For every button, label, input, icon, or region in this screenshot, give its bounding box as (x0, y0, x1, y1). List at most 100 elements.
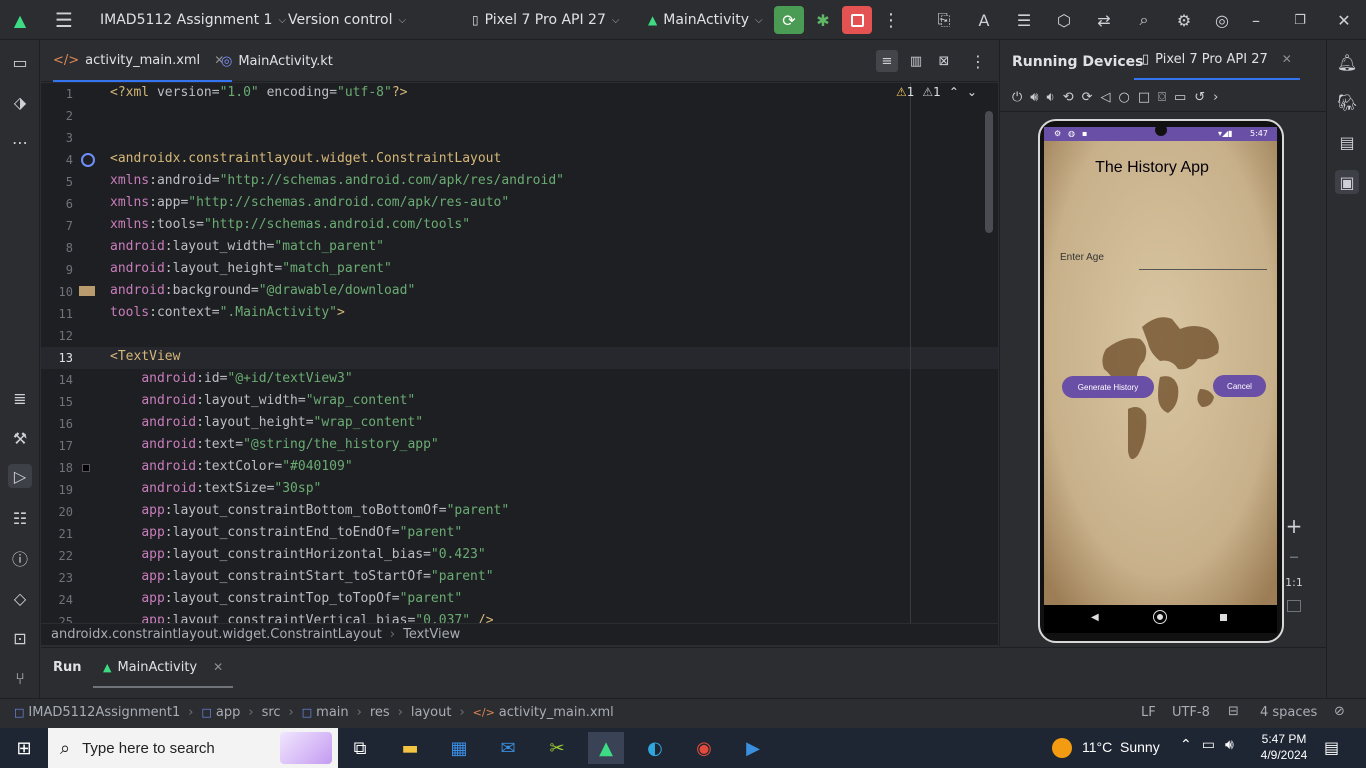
phone-back-icon[interactable]: ◀ (1091, 612, 1099, 623)
more-actions-icon[interactable]: ⋮ (879, 8, 903, 32)
tab-mainactivity-kt[interactable]: ◎ MainActivity.kt (221, 40, 333, 82)
path-segment[interactable]: src (262, 705, 281, 720)
device-selector[interactable]: ▯ Pixel 7 Pro API 27 ⌵ (472, 0, 619, 40)
more-tools-icon[interactable]: ⋯ (8, 130, 32, 154)
resource-manager-icon[interactable]: ⬗ (8, 90, 32, 114)
editor-scrollbar[interactable] (985, 111, 993, 233)
zoom-actual-size[interactable]: 1:1 (1280, 572, 1308, 592)
close-tab-icon[interactable]: ✕ (1282, 52, 1292, 66)
home-icon[interactable]: ○ (1119, 90, 1130, 105)
vcs-selector[interactable]: Version control ⌵ (288, 0, 406, 40)
build-hammer-icon[interactable]: ⚒ (8, 426, 32, 450)
sync-gradle-icon[interactable]: ☰ (1012, 8, 1036, 32)
run-config-selector[interactable]: ▲ MainActivity ⌵ (648, 0, 763, 40)
phone-recents-icon[interactable] (1220, 614, 1227, 621)
notifications-icon[interactable]: ▤ (1324, 738, 1339, 757)
rotate-left-icon[interactable]: ⟲ (1063, 90, 1074, 105)
generate-history-button[interactable]: Generate History (1062, 376, 1154, 398)
restore-icon[interactable]: ❐ (1288, 8, 1312, 32)
device-file-explorer-icon[interactable]: ▤ (1335, 130, 1359, 154)
screen-record-icon[interactable]: ▭ (1174, 90, 1186, 105)
git-icon[interactable]: ⑂ (8, 666, 32, 690)
rotate-right-icon[interactable]: ⟳ (1082, 90, 1093, 105)
snapshot-icon[interactable]: ↺ (1194, 90, 1205, 105)
project-selector[interactable]: IMAD5112 Assignment 1 ⌵ (100, 0, 286, 40)
logcat-icon[interactable]: ☷ (8, 506, 32, 530)
back-icon[interactable]: ◁ (1101, 90, 1111, 105)
apply-code-changes-icon[interactable]: A (972, 8, 996, 32)
phone-home-icon[interactable] (1153, 610, 1167, 624)
file-encoding[interactable]: UTF-8 (1172, 705, 1210, 720)
running-devices-icon[interactable]: ▣ (1335, 170, 1359, 194)
fit-screen-icon[interactable] (1287, 600, 1301, 612)
problems-icon[interactable]: ⓘ (8, 546, 32, 570)
volume-down-icon[interactable]: 🔉︎ (1047, 90, 1055, 105)
emulator-screen[interactable]: ⚙ ◍ ▪ ▾◢▮ 5:47 The History App Enter Age… (1044, 127, 1277, 605)
microsoft-store-icon[interactable]: ▦ (441, 732, 477, 764)
tab-options-icon[interactable]: ⋮ (967, 50, 989, 72)
color-preview-icon[interactable] (82, 464, 90, 472)
main-menu-icon[interactable]: ☰ (52, 8, 76, 32)
indent-setting[interactable]: 4 spaces (1260, 705, 1317, 720)
structure-icon[interactable]: ≣ (8, 386, 32, 410)
design-view-icon[interactable]: ⊠ (933, 50, 955, 72)
overview-icon[interactable]: □ (1138, 90, 1150, 105)
lock-icon[interactable]: ⊘ (1334, 704, 1345, 719)
age-input[interactable] (1139, 269, 1267, 270)
volume-up-icon[interactable]: 🔊︎ (1030, 90, 1038, 105)
windows-start-icon[interactable]: ⊞ (6, 732, 42, 764)
path-segment[interactable]: main (316, 705, 348, 720)
path-segment[interactable]: app (216, 705, 240, 720)
account-icon[interactable]: ◎ (1210, 8, 1234, 32)
terminal-icon[interactable]: ⊡ (8, 626, 32, 650)
run-config-tab[interactable]: ▲ MainActivity ✕ (93, 648, 234, 688)
path-segment[interactable]: activity_main.xml (499, 705, 614, 720)
zoom-in-icon[interactable]: + (1280, 512, 1308, 540)
search-box[interactable]: ⌕ Type here to search (48, 728, 338, 768)
video-app-icon[interactable]: ▶ (735, 732, 771, 764)
previous-highlight-icon[interactable]: ⌃ (949, 85, 959, 99)
path-segment[interactable]: IMAD5112Assignment1 (28, 705, 180, 720)
code-editor[interactable]: ⚠1 ⚠1 ⌃ ⌄ 1 <?xml version="1.0" encoding=… (41, 83, 998, 623)
line-separator[interactable]: LF (1141, 705, 1156, 720)
volume-icon[interactable]: 🔊︎ (1225, 737, 1234, 753)
breadcrumb-item[interactable]: androidx.constraintlayout.widget.Constra… (51, 627, 382, 642)
device-tab[interactable]: ▯ Pixel 7 Pro API 27 ✕ (1134, 40, 1300, 80)
task-view-icon[interactable]: ⧉ (342, 732, 378, 764)
device-manager-icon[interactable]: ⬡ (1052, 8, 1076, 32)
rerun-button[interactable]: ⟳ (774, 6, 804, 34)
code-view-icon[interactable]: ≡ (876, 50, 898, 72)
activity-gutter-icon[interactable] (81, 153, 95, 167)
run-tool-icon[interactable]: ▷ (8, 464, 32, 488)
apply-changes-icon[interactable]: ⎘ (932, 8, 956, 32)
more-chevron-icon[interactable]: › (1213, 90, 1218, 105)
chrome-icon[interactable]: ◉ (686, 732, 722, 764)
android-studio-taskbar-icon[interactable]: ▲ (588, 732, 624, 764)
path-segment[interactable]: layout (411, 705, 452, 720)
settings-icon[interactable]: ⚙ (1172, 8, 1196, 32)
notifications-bell-icon[interactable]: 🔔︎ (1335, 50, 1359, 74)
chevron-up-icon[interactable]: ⌃ (1180, 737, 1192, 753)
edge-icon[interactable]: ◐ (637, 732, 673, 764)
screenshot-icon[interactable]: ⌼ (1158, 90, 1166, 105)
cancel-button[interactable]: Cancel (1213, 375, 1266, 397)
zoom-out-icon[interactable]: – (1280, 542, 1308, 570)
stop-button[interactable] (842, 6, 872, 34)
file-explorer-icon[interactable]: ▬ (392, 732, 428, 764)
split-view-icon[interactable]: ▥ (905, 50, 927, 72)
close-window-icon[interactable]: ✕ (1332, 8, 1356, 32)
project-folder-icon[interactable]: ▭ (8, 50, 32, 74)
close-tab-icon[interactable]: ✕ (213, 660, 223, 674)
next-highlight-icon[interactable]: ⌄ (967, 85, 977, 99)
gradle-icon[interactable]: 🐘︎ (1335, 90, 1359, 114)
minimize-icon[interactable]: – (1244, 8, 1268, 32)
inspection-widget[interactable]: ⚠1 ⚠1 ⌃ ⌄ (896, 85, 977, 99)
weather-text[interactable]: 11°C Sunny (1082, 739, 1160, 755)
sdk-manager-icon[interactable]: ⇄ (1092, 8, 1116, 32)
debug-icon[interactable]: ✱ (811, 8, 835, 32)
search-icon[interactable]: ⌕ (1132, 8, 1156, 32)
network-icon[interactable]: ▭ (1202, 737, 1215, 753)
path-segment[interactable]: res (370, 705, 390, 720)
gem-icon[interactable]: ◇ (8, 586, 32, 610)
clock[interactable]: 5:47 PM 4/9/2024 (1254, 731, 1314, 763)
